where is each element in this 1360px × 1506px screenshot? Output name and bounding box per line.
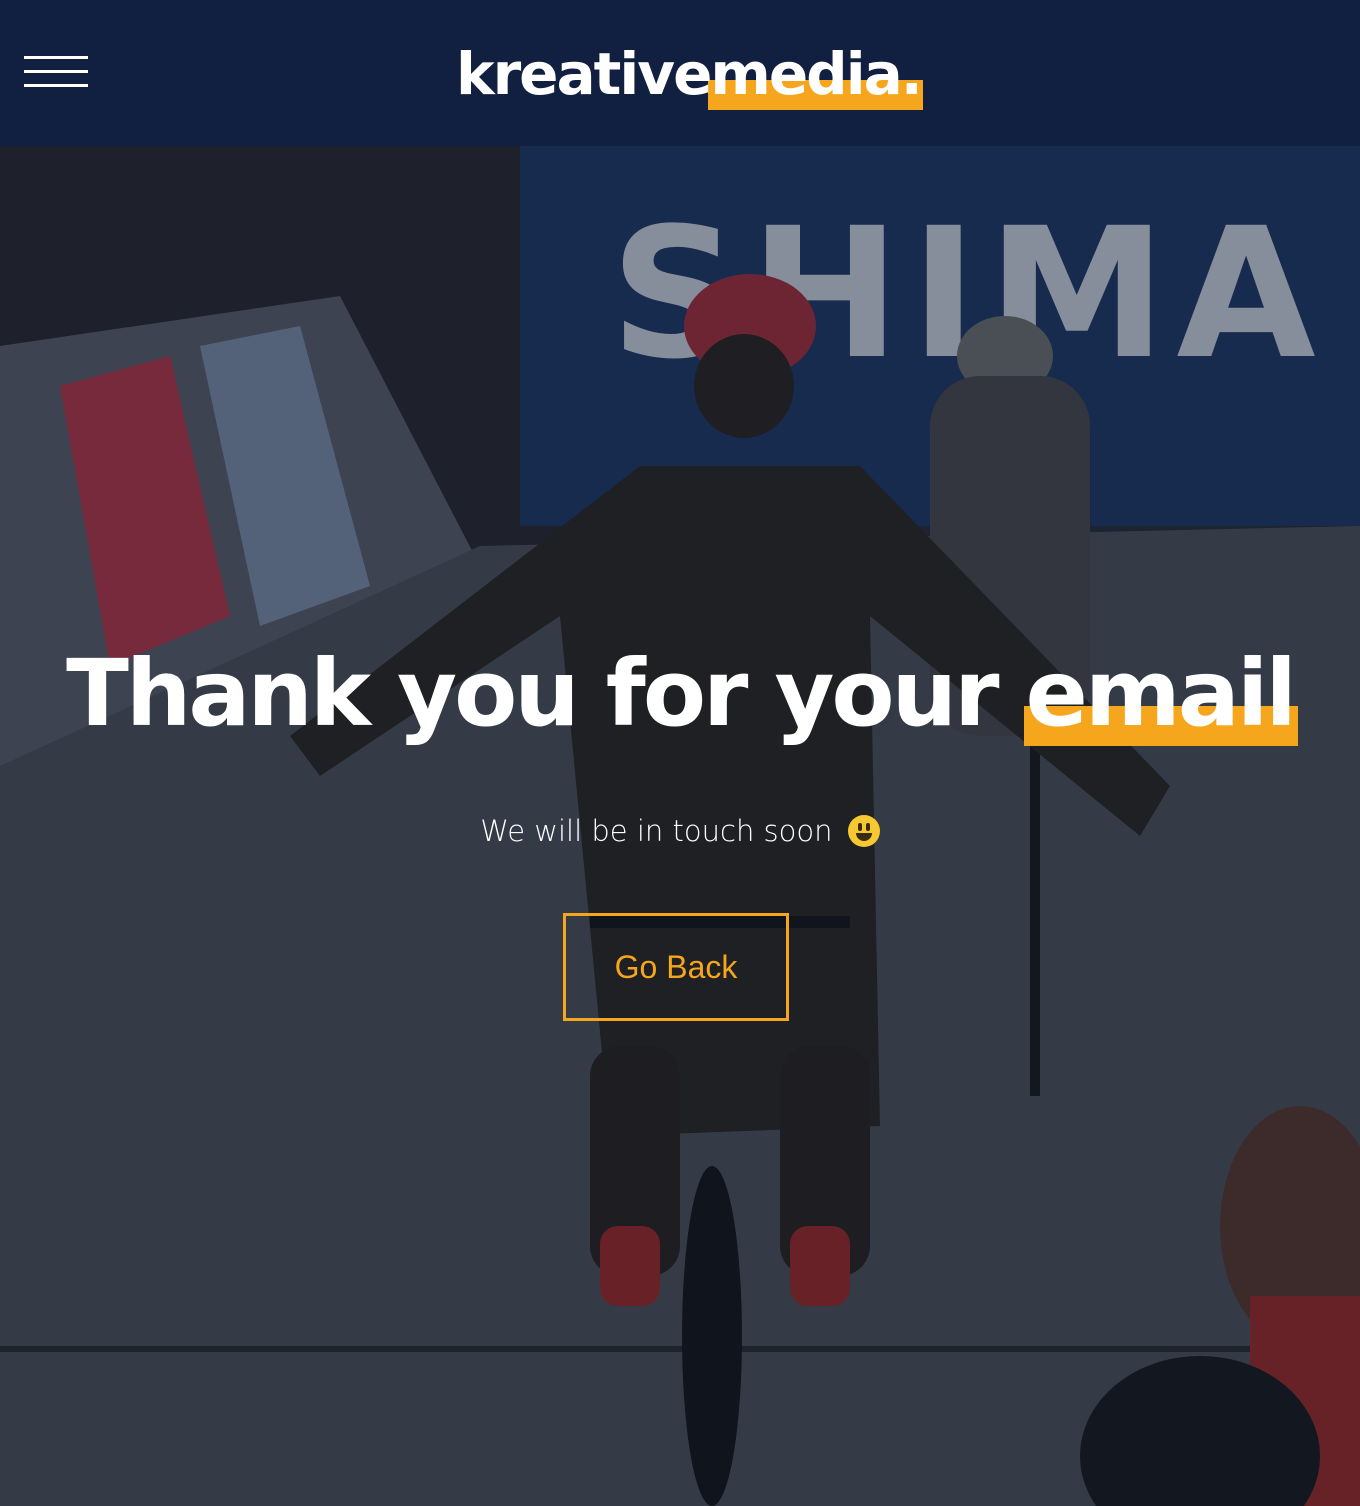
logo-accent-text: media. xyxy=(710,40,922,108)
logo-accent: media. xyxy=(708,38,924,110)
logo-main-text: kreative xyxy=(456,40,712,108)
headline-accent: email xyxy=(1023,640,1299,747)
hamburger-menu-icon[interactable] xyxy=(24,54,88,90)
headline-main-text: Thank you for your xyxy=(66,640,1026,747)
site-header: kreativemedia. xyxy=(0,0,1360,146)
page: kreativemedia. SHIMA Thank you for your … xyxy=(0,0,1360,1506)
subline-text: We will be in touch soon xyxy=(480,814,833,848)
confirmation-subline: We will be in touch soon xyxy=(0,814,1360,848)
site-logo[interactable]: kreativemedia. xyxy=(456,38,924,110)
headline-accent-text: email xyxy=(1025,640,1297,747)
thank-you-headline: Thank you for your email xyxy=(0,642,1360,746)
hero-section: SHIMA Thank you for your email We will b… xyxy=(0,146,1360,1506)
go-back-button[interactable]: Go Back xyxy=(563,913,789,1021)
grinning-face-icon xyxy=(847,815,880,847)
